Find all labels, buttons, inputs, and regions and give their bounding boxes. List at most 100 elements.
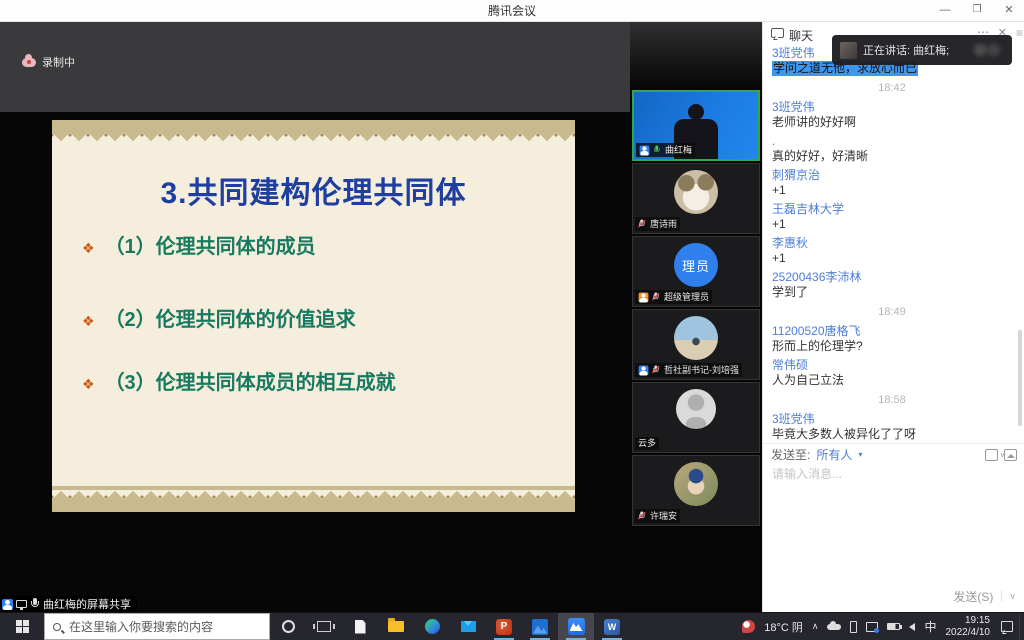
avatar — [674, 170, 718, 214]
screenshot-icon[interactable] — [985, 449, 998, 461]
notification-center-icon[interactable] — [1001, 621, 1013, 632]
cortana-icon — [282, 620, 295, 633]
window-title: 腾讯会议 — [0, 0, 1024, 22]
chat-timestamp: 18:49 — [772, 305, 1012, 320]
presentation-slide: 3.共同建构伦理共同体 ❖ （1）伦理共同体的成员 ❖ （2）伦理共同体的价值追… — [52, 120, 575, 512]
video-tile-tangshiyu[interactable]: 唐诗雨 — [632, 163, 760, 234]
tray-date: 2022/4/10 — [946, 627, 991, 638]
chat-username: 3班党伟 — [772, 412, 1012, 427]
chat-username: 25200436李沛林 — [772, 270, 1012, 285]
minimize-button[interactable]: — — [930, 0, 960, 22]
panel-handle-icon[interactable]: ≡ — [1016, 26, 1023, 40]
avatar — [676, 389, 716, 429]
member-icon — [639, 365, 649, 375]
close-button[interactable]: ✕ — [994, 0, 1024, 22]
video-column-gradient — [630, 22, 762, 90]
mic-muted-icon — [638, 512, 645, 521]
participant-name-badge: 许瑞安 — [635, 509, 680, 523]
windows-logo-icon — [16, 620, 29, 633]
bullet-diamond-icon: ❖ — [82, 376, 95, 393]
maximize-button[interactable]: ❐ — [962, 0, 992, 22]
slide-border-pattern-bottom — [52, 486, 575, 512]
slide-border-pattern-top — [52, 120, 575, 142]
phone-link-icon[interactable] — [850, 621, 857, 633]
clock[interactable]: 19:15 2022/4/10 — [946, 615, 991, 639]
participant-name-badge: 超级管理员 — [635, 290, 712, 304]
slide-bullet: ❖ （3）伦理共同体成员的相互成就 — [82, 366, 396, 395]
display-icon[interactable] — [866, 622, 878, 632]
slide-title: 3.共同建构伦理共同体 — [52, 168, 575, 212]
chat-message: 人为自己立法 — [772, 373, 1012, 388]
edge-browser-icon — [425, 619, 440, 634]
screen-share-icon — [16, 600, 27, 608]
recording-indicator: 录制中 — [22, 54, 75, 70]
video-tile-admin[interactable]: 理员 超级管理员 — [632, 236, 760, 307]
chat-title: 聊天 — [789, 27, 813, 44]
taskbar-item-explorer[interactable] — [378, 613, 414, 640]
chat-message: +1 — [772, 183, 1012, 198]
chat-bubble-icon — [771, 28, 784, 38]
taskbar-item-powerpoint[interactable]: P — [486, 613, 522, 640]
speaker-icon[interactable] — [909, 623, 915, 631]
chevron-down-icon[interactable]: ▾ — [858, 450, 862, 459]
system-tray: 18°C 阴 ∧ 中 19:15 2022/4/10 — [742, 613, 1019, 640]
taskbar-item-mail[interactable] — [450, 613, 486, 640]
video-tile-xuruian[interactable]: 许瑞安 — [632, 455, 760, 526]
participant-name-badge: 曲红梅 — [636, 143, 695, 157]
image-upload-icon[interactable] — [1004, 449, 1017, 461]
weather-text[interactable]: 18°C 阴 — [764, 619, 803, 635]
mic-active-icon — [653, 146, 660, 155]
cloud-sync-icon[interactable] — [827, 624, 841, 630]
chat-username: 11200520唐格飞 — [772, 324, 1012, 339]
video-tile-quhongmei[interactable]: 曲红梅 — [632, 90, 760, 161]
hidden-icons-chevron[interactable]: ∧ — [812, 621, 819, 632]
mic-muted-icon — [652, 293, 659, 302]
chat-username: 常伟硕 — [772, 358, 1012, 373]
chat-timestamp: 18:42 — [772, 81, 1012, 96]
screen-share-status-bar[interactable]: 曲红梅的屏幕共享 — [0, 596, 137, 612]
taskbar-item-notepad[interactable] — [342, 613, 378, 640]
video-tile-yunduo[interactable]: 云多 — [632, 382, 760, 453]
member-icon — [2, 599, 13, 610]
taskbar-item-word[interactable]: W — [594, 613, 630, 640]
chat-username: 李惠秋 — [772, 236, 1012, 251]
file-explorer-icon — [388, 621, 404, 632]
member-icon — [640, 145, 650, 155]
slide-bullet: ❖ （1）伦理共同体的成员 — [82, 230, 316, 259]
speaking-toast-text: 正在讲话: 曲红梅; — [863, 42, 949, 58]
taskbar-item-tencent-meeting[interactable] — [558, 613, 594, 640]
taskbar-item-cortana[interactable] — [270, 613, 306, 640]
search-icon — [53, 623, 61, 631]
photos-icon — [532, 619, 548, 635]
word-icon: W — [604, 619, 620, 635]
taskbar-item-edge[interactable] — [414, 613, 450, 640]
send-button[interactable]: 发送(S) — [953, 588, 993, 605]
screen: 腾讯会议 — ❐ ✕ 录制中 3.共同建构伦理共同体 ❖ （1）伦理共同体的成员… — [0, 0, 1024, 640]
bullet-diamond-icon: ❖ — [82, 240, 95, 257]
taskbar-search-input[interactable]: 在这里输入你要搜索的内容 — [44, 613, 270, 640]
speaking-toast: 正在讲话: 曲红梅; — [832, 35, 1012, 65]
chat-message-list[interactable]: 3班党伟 学问之道无他，求放心而已 18:42 3班党伟 老师讲的好好啊 . 真… — [772, 46, 1012, 442]
chat-message: +1 — [772, 251, 1012, 266]
chat-input[interactable]: 请输入消息... — [772, 465, 842, 482]
participant-name-badge: 唐诗雨 — [635, 217, 680, 231]
ime-indicator[interactable]: 中 — [924, 618, 936, 635]
window-titlebar: 腾讯会议 — ❐ ✕ — [0, 0, 1024, 22]
participant-video-column: 曲红梅 唐诗雨 理员 超级管理员 哲社副书记-刘培强 — [630, 22, 762, 612]
taskbar-item-taskview[interactable] — [306, 613, 342, 640]
taskbar-item-photos[interactable] — [522, 613, 558, 640]
show-desktop-button[interactable] — [1019, 613, 1024, 640]
avatar — [674, 462, 718, 506]
send-options-chevron-icon[interactable]: ∨ — [1001, 591, 1016, 602]
video-tile-liupeiqiang[interactable]: 哲社副书记-刘培强 — [632, 309, 760, 380]
chat-scrollbar[interactable] — [1018, 330, 1022, 426]
slide-bullet: ❖ （2）伦理共同体的价值追求 — [82, 303, 356, 332]
chat-message: 真的好好，好清晰 — [772, 149, 1012, 164]
send-to-label: 发送至: — [771, 446, 810, 463]
send-to-row: 发送至: 所有人 ▾ — [763, 443, 1024, 465]
weather-icon[interactable] — [742, 620, 755, 633]
mic-muted-icon — [638, 220, 645, 229]
start-button[interactable] — [0, 613, 44, 640]
share-status-label: 曲红梅的屏幕共享 — [43, 596, 131, 612]
send-to-dropdown[interactable]: 所有人 — [816, 446, 852, 463]
